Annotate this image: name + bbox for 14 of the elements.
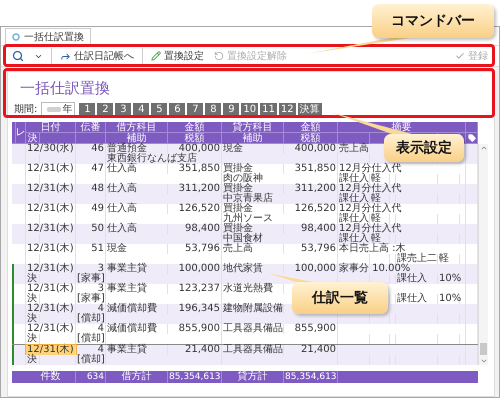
- count-label: 件数: [26, 371, 76, 383]
- page-title: 一括仕訳置換: [19, 78, 111, 98]
- period-label: 期間:: [14, 102, 38, 116]
- total-label: 貸方計: [222, 371, 284, 383]
- total-label: 借方計: [106, 371, 168, 383]
- total-value: 85,354,613: [168, 371, 222, 383]
- total-value: 85,354,613: [284, 371, 338, 383]
- date-cell: 12/31(木): [26, 345, 76, 355]
- table-cell: [償却]: [76, 355, 106, 365]
- annotation-tooltip: 仕訳一覧: [292, 282, 388, 314]
- annotation-tooltip: 表示設定: [384, 134, 464, 162]
- annotation-tooltip: コマンドバー: [372, 4, 494, 38]
- table-cell: 決: [26, 355, 40, 365]
- count-value: 634: [76, 371, 106, 383]
